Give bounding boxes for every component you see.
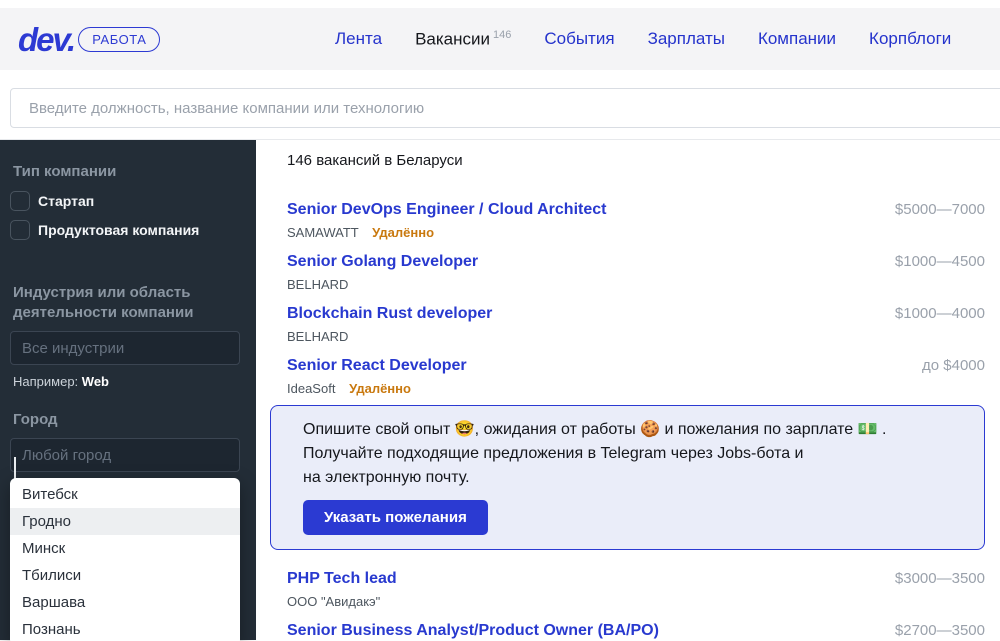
checkbox-product-company[interactable]	[10, 220, 30, 240]
city-option-minsk[interactable]: Минск	[10, 535, 240, 562]
checkbox-startup[interactable]	[10, 191, 30, 211]
filter-startup[interactable]: Стартап	[10, 191, 256, 211]
job-meta: BELHARD	[287, 276, 478, 293]
job-company[interactable]: BELHARD	[287, 277, 348, 292]
job-title-link[interactable]: Senior Golang Developer	[287, 251, 478, 272]
spacer	[0, 240, 256, 261]
job-salary: $1000—4500	[895, 253, 985, 293]
logo[interactable]: dev. РАБОТА	[18, 23, 160, 56]
job-title-link[interactable]: Senior DevOps Engineer / Cloud Architect	[287, 199, 606, 220]
industry-hint-label: Например:	[13, 374, 78, 389]
nav-item-events[interactable]: События	[544, 29, 614, 49]
job-salary: до $4000	[922, 357, 985, 397]
job-company[interactable]: SAMAWATT	[287, 225, 359, 240]
job-row: Senior Golang Developer BELHARD $1000—45…	[287, 251, 985, 293]
nav-item-salaries[interactable]: Зарплаты	[648, 29, 725, 49]
vacancies-count-badge: 146	[493, 29, 511, 41]
job-company[interactable]: IdeaSoft	[287, 381, 335, 396]
banner-text: Опишите свой опыт 🤓, ожидания от работы …	[303, 418, 964, 490]
spacer	[0, 389, 256, 410]
job-company[interactable]: BELHARD	[287, 329, 348, 344]
job-title-link[interactable]: PHP Tech lead	[287, 568, 397, 589]
site-header: dev. РАБОТА Лента Вакансии146 События За…	[0, 8, 1000, 70]
search-input[interactable]	[10, 88, 1000, 128]
city-option-vitebsk[interactable]: Витебск	[10, 481, 240, 508]
job-title-link[interactable]: Senior Business Analyst/Product Owner (B…	[287, 620, 659, 641]
industry-hint: Например: Web	[13, 374, 243, 389]
job-salary: $3000—3500	[895, 570, 985, 610]
industry-title: Индустрия или область деятельности компа…	[13, 283, 223, 323]
job-row: Senior DevOps Engineer / Cloud Architect…	[287, 199, 985, 241]
filter-product-company[interactable]: Продуктовая компания	[10, 220, 256, 240]
industry-hint-value: Web	[82, 374, 109, 389]
telegram-jobs-banner: Опишите свой опыт 🤓, ожидания от работы …	[270, 405, 985, 550]
job-remote-badge: Удалённо	[349, 381, 411, 396]
city-option-grodno[interactable]: Гродно	[10, 508, 240, 535]
job-title-link[interactable]: Blockchain Rust developer	[287, 303, 492, 324]
city-title: Город	[13, 410, 243, 430]
nav-item-corpblogs[interactable]: Корпблоги	[869, 29, 951, 49]
top-strip	[0, 0, 1000, 8]
company-type-title: Тип компании	[13, 162, 243, 182]
job-salary: $2700—3500	[895, 622, 985, 641]
logo-badge: РАБОТА	[78, 27, 160, 52]
job-salary: $5000—7000	[895, 201, 985, 241]
job-meta: SAMAWATT Удалённо	[287, 224, 606, 241]
job-salary: $1000—4000	[895, 305, 985, 345]
job-title-link[interactable]: Senior React Developer	[287, 355, 467, 376]
job-meta: ООО "Авидакэ"	[287, 593, 397, 610]
job-row: Blockchain Rust developer BELHARD $1000—…	[287, 303, 985, 345]
nav-item-vacancies[interactable]: Вакансии146	[415, 29, 511, 50]
search-section	[0, 70, 1000, 140]
city-dropdown: Витебск Гродно Минск Тбилиси Варшава Поз…	[10, 478, 240, 641]
job-meta: IdeaSoft Удалённо	[287, 380, 467, 397]
city-option-tbilisi[interactable]: Тбилиси	[10, 562, 240, 589]
job-meta: BELHARD	[287, 328, 492, 345]
filters-sidebar: Тип компании Стартап Продуктовая компани…	[0, 140, 256, 640]
content-area: Тип компании Стартап Продуктовая компани…	[0, 140, 1000, 640]
city-option-warsaw[interactable]: Варшава	[10, 589, 240, 616]
job-row: PHP Tech lead ООО "Авидакэ" $3000—3500	[287, 568, 985, 610]
nav-item-lenta[interactable]: Лента	[335, 29, 382, 49]
city-filter: Город Витебск Гродно Минск Тбилиси Варша…	[0, 410, 256, 472]
main-nav: Лента Вакансии146 События Зарплаты Компа…	[335, 8, 951, 70]
filter-startup-label: Стартап	[38, 193, 94, 209]
logo-brand-text: dev.	[18, 23, 74, 56]
job-company[interactable]: ООО "Авидакэ"	[287, 594, 380, 609]
specify-preferences-button[interactable]: Указать пожелания	[303, 500, 488, 535]
results-count: 146 вакансий в Беларуси	[287, 152, 985, 169]
city-input[interactable]	[10, 438, 240, 472]
filter-product-company-label: Продуктовая компания	[38, 222, 199, 238]
job-row: Senior React Developer IdeaSoft Удалённо…	[287, 355, 985, 397]
industry-input[interactable]	[10, 331, 240, 365]
nav-item-companies[interactable]: Компании	[758, 29, 836, 49]
job-remote-badge: Удалённо	[372, 225, 434, 240]
city-option-poznan[interactable]: Познань	[10, 616, 240, 641]
vacancies-list: 146 вакансий в Беларуси Senior DevOps En…	[256, 140, 1000, 640]
job-row: Senior Business Analyst/Product Owner (B…	[287, 620, 985, 641]
text-cursor	[14, 457, 16, 479]
